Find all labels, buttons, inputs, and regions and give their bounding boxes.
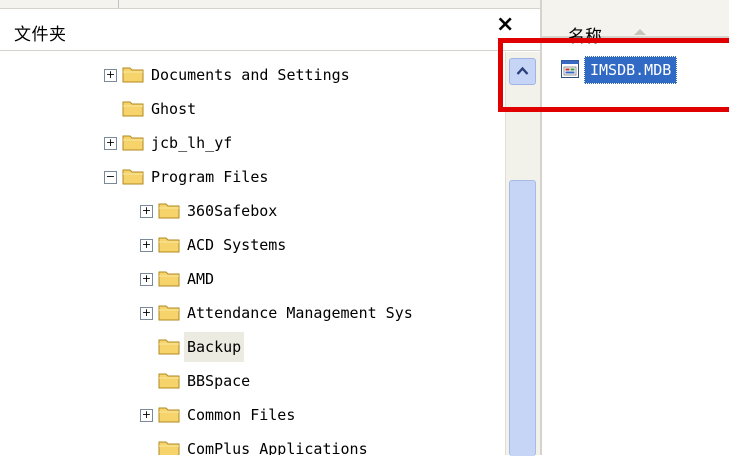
tree-item-label: Common Files — [187, 406, 296, 424]
expand-icon[interactable]: + — [140, 273, 153, 286]
folder-icon — [158, 237, 180, 253]
folder-icon — [158, 305, 180, 321]
tree-item-complus-applications[interactable]: ComPlus Applications — [0, 434, 505, 455]
folder-tree: + Documents and Settings Ghost + jcb_lh_… — [0, 50, 505, 455]
tree-item-label: jcb_lh_yf — [151, 134, 233, 152]
folder-icon — [122, 101, 144, 117]
expand-icon[interactable]: + — [104, 69, 117, 82]
scrollbar-thumb[interactable] — [509, 180, 536, 456]
tree-item-label: AMD — [187, 270, 215, 288]
tree-item-label: 360Safebox — [187, 202, 278, 220]
tree-item-label: BBSpace — [187, 372, 251, 390]
annotation-highlight-box — [498, 38, 729, 112]
folder-icon — [122, 67, 144, 83]
tree-item-bbspace[interactable]: BBSpace — [0, 366, 505, 396]
folders-pane-header: 文件夹 × — [0, 0, 540, 51]
folder-icon — [158, 441, 180, 455]
folder-icon — [158, 407, 180, 423]
tree-item-backup[interactable]: Backup — [0, 332, 505, 362]
header-top-strip — [0, 0, 540, 9]
folders-pane-title: 文件夹 — [14, 25, 67, 45]
tree-item-common-files[interactable]: + Common Files — [0, 400, 505, 430]
collapse-icon[interactable]: − — [104, 171, 117, 184]
tree-item-label: ACD Systems — [187, 236, 287, 254]
folder-icon — [158, 339, 180, 355]
tree-item-documents-and-settings[interactable]: + Documents and Settings — [0, 60, 505, 90]
expand-icon[interactable]: + — [104, 137, 117, 150]
tree-item-label: Documents and Settings — [151, 66, 350, 84]
tree-item-acd-systems[interactable]: + ACD Systems — [0, 230, 505, 260]
folder-icon — [122, 135, 144, 151]
tree-item-label: Ghost — [151, 100, 197, 118]
tree-item-label: Program Files — [151, 168, 269, 186]
tree-item-label: ComPlus Applications — [187, 440, 368, 455]
folder-icon — [158, 373, 180, 389]
tree-item-attendance-management-sys[interactable]: + Attendance Management Sys — [0, 298, 505, 328]
tree-item-amd[interactable]: + AMD — [0, 264, 505, 294]
sort-ascending-icon — [634, 29, 646, 35]
folder-open-icon — [122, 169, 144, 185]
tree-item-program-files[interactable]: − Program Files — [0, 162, 505, 192]
expand-icon[interactable]: + — [140, 409, 153, 422]
expand-icon[interactable]: + — [140, 205, 153, 218]
tree-item-label: Attendance Management Sys — [187, 304, 413, 322]
tree-item-label: Backup — [184, 332, 245, 362]
tree-item-360safebox[interactable]: + 360Safebox — [0, 196, 505, 226]
expand-icon[interactable]: + — [140, 239, 153, 252]
tree-item-jcb-lh-yf[interactable]: + jcb_lh_yf — [0, 128, 505, 158]
expand-icon[interactable]: + — [140, 307, 153, 320]
folder-icon — [158, 203, 180, 219]
close-folders-pane-button[interactable]: × — [496, 14, 514, 36]
tree-item-ghost[interactable]: Ghost — [0, 94, 505, 124]
folder-icon — [158, 271, 180, 287]
